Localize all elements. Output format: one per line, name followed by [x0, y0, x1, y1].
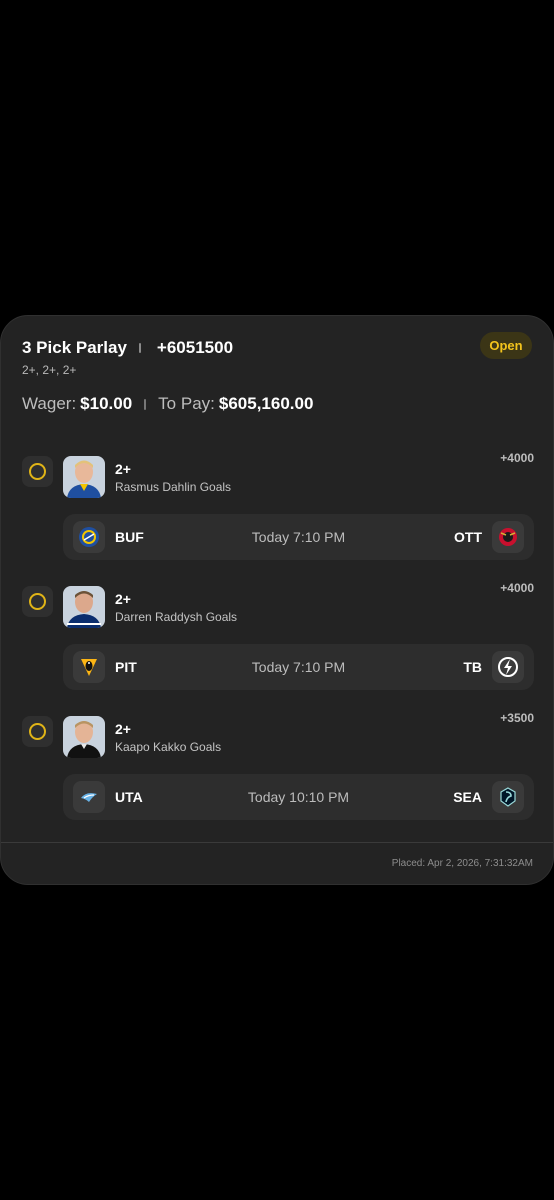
game-row[interactable]: UTA Today 10:10 PM SEA	[63, 774, 534, 820]
wager-separator	[144, 398, 147, 410]
leg-status-icon	[22, 586, 53, 617]
leg-line: 2+	[115, 721, 131, 737]
lightning-logo-icon	[492, 651, 524, 683]
away-team: OTT	[454, 529, 482, 545]
leg-odds: +4000	[500, 451, 534, 465]
kraken-logo-icon	[492, 781, 524, 813]
away-team: SEA	[453, 789, 482, 805]
away-team: TB	[463, 659, 482, 675]
wager-label: Wager:	[22, 394, 77, 413]
pay-value: $605,160.00	[218, 394, 314, 413]
pay-label: To Pay:	[158, 394, 215, 413]
leg-market: Rasmus Dahlin Goals	[115, 480, 232, 494]
wager-value: $10.00	[80, 394, 133, 413]
leg-item[interactable]: 2+ Kaapo Kakko Goals +3500 UTA Today 10:…	[1, 711, 554, 828]
parlay-header: 3 Pick Parlay +6051500 2+, 2+, 2+	[22, 338, 532, 377]
player-headshot-avatar	[63, 456, 105, 498]
player-headshot-avatar	[63, 586, 105, 628]
leg-item[interactable]: 2+ Rasmus Dahlin Goals +4000 BUF Today 7…	[1, 451, 554, 568]
game-row[interactable]: PIT Today 7:10 PM TB	[63, 644, 534, 690]
wager-row: Wager: $10.00 To Pay: $605,160.00	[22, 394, 313, 414]
leg-odds: +3500	[500, 711, 534, 725]
parlay-odds: +6051500	[156, 338, 234, 357]
title-separator	[138, 343, 141, 353]
game-row[interactable]: BUF Today 7:10 PM OTT	[63, 514, 534, 560]
footer-divider	[1, 842, 553, 843]
leg-status-icon	[22, 716, 53, 747]
placed-timestamp: Placed: Apr 2, 2026, 7:31:32AM	[391, 858, 533, 869]
leg-status-icon	[22, 456, 53, 487]
leg-market: Darren Raddysh Goals	[115, 610, 238, 624]
parlay-subtitle: 2+, 2+, 2+	[22, 363, 77, 377]
player-headshot-avatar	[63, 716, 105, 758]
parlay-card[interactable]: 3 Pick Parlay +6051500 2+, 2+, 2+ Open W…	[0, 315, 554, 885]
leg-item[interactable]: 2+ Darren Raddysh Goals +4000 PIT Today …	[1, 581, 554, 698]
parlay-title: 3 Pick Parlay	[22, 338, 127, 357]
leg-line: 2+	[115, 591, 131, 607]
status-badge: Open	[480, 332, 532, 359]
leg-market: Kaapo Kakko Goals	[115, 740, 222, 754]
leg-odds: +4000	[500, 581, 534, 595]
senators-logo-icon	[492, 521, 524, 553]
leg-line: 2+	[115, 461, 131, 477]
